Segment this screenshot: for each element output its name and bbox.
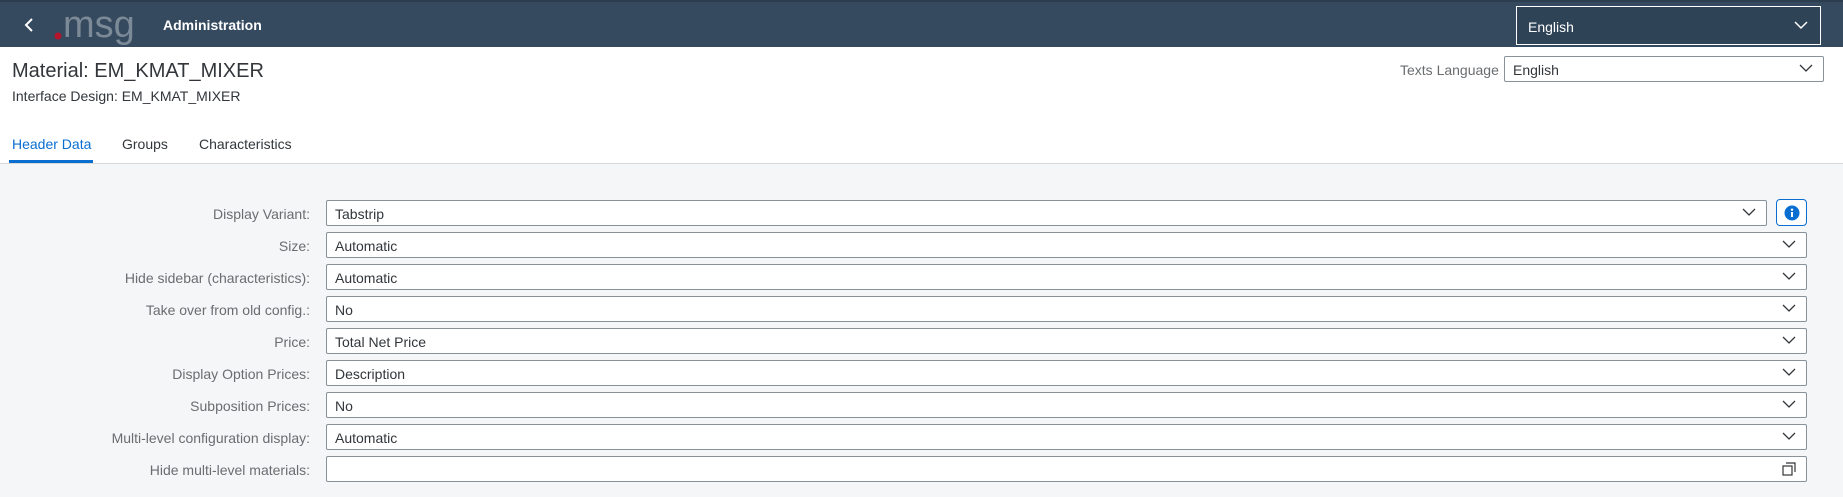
msg-logo: msg: [54, 4, 158, 46]
price-select[interactable]: Total Net Price: [326, 328, 1807, 354]
hide-multi-level-materials-input[interactable]: [326, 456, 1807, 482]
size-label: Size:: [278, 238, 310, 254]
texts-language-label: Texts Language: [1400, 62, 1499, 78]
page-subtitle: Interface Design: EM_KMAT_MIXER: [12, 88, 241, 104]
logo-text: msg: [63, 5, 135, 45]
form-row-price: Price: Total Net Price: [0, 328, 1843, 354]
tab-header-data[interactable]: Header Data: [12, 136, 91, 152]
logo-dot: [54, 32, 62, 40]
form-row-display-variant: Display Variant: Tabstrip: [0, 199, 1843, 226]
multi-level-display-value: Automatic: [335, 430, 398, 446]
subposition-prices-label: Subposition Prices:: [190, 398, 310, 414]
page-title: Material: EM_KMAT_MIXER: [12, 60, 264, 82]
form-row-subposition-prices: Subposition Prices: No: [0, 392, 1843, 418]
tab-characteristics[interactable]: Characteristics: [199, 136, 292, 152]
back-button[interactable]: [18, 12, 40, 38]
take-over-select[interactable]: No: [326, 296, 1807, 322]
texts-language-value: English: [1513, 62, 1559, 78]
form-row-take-over: Take over from old config.: No: [0, 296, 1843, 322]
form-row-size: Size: Automatic: [0, 232, 1843, 258]
chevron-down-icon: [1742, 208, 1756, 216]
chevron-down-icon: [1782, 272, 1796, 280]
hide-sidebar-select[interactable]: Automatic: [326, 264, 1807, 290]
value-help-icon[interactable]: [1782, 462, 1797, 477]
display-option-prices-select[interactable]: Description: [326, 360, 1807, 386]
info-icon: [1784, 205, 1799, 220]
chevron-down-icon: [1782, 336, 1796, 344]
subposition-prices-select[interactable]: No: [326, 392, 1807, 418]
multi-level-display-label: Multi-level configuration display:: [111, 430, 310, 446]
hide-sidebar-value: Automatic: [335, 270, 398, 286]
shell-title: Administration: [163, 17, 262, 33]
take-over-value: No: [335, 302, 353, 318]
object-header: Material: EM_KMAT_MIXER Interface Design…: [0, 47, 1843, 164]
shell-bar: msg Administration English: [0, 0, 1843, 47]
chevron-down-icon: [1782, 432, 1796, 440]
form-row-hide-multi-level-materials: Hide multi-level materials:: [0, 456, 1843, 482]
chevron-down-icon: [1782, 304, 1796, 312]
display-variant-label: Display Variant:: [212, 206, 310, 222]
texts-language-select[interactable]: English: [1504, 56, 1824, 82]
display-option-prices-label: Display Option Prices:: [172, 366, 310, 382]
shell-language-value: English: [1528, 19, 1574, 35]
display-variant-value: Tabstrip: [335, 206, 385, 222]
form-row-display-option-prices: Display Option Prices: Description: [0, 360, 1843, 386]
hide-sidebar-label: Hide sidebar (characteristics):: [124, 270, 310, 286]
form-row-multi-level-display: Multi-level configuration display: Autom…: [0, 424, 1843, 450]
chevron-down-icon: [1782, 240, 1796, 248]
take-over-label: Take over from old config.:: [145, 302, 310, 318]
price-label: Price:: [274, 334, 310, 350]
form-row-hide-sidebar: Hide sidebar (characteristics): Automati…: [0, 264, 1843, 290]
size-value: Automatic: [335, 238, 398, 254]
price-value: Total Net Price: [335, 334, 427, 350]
chevron-down-icon: [1799, 64, 1813, 72]
active-tab-indicator: [9, 160, 93, 163]
display-variant-select[interactable]: Tabstrip: [326, 200, 1767, 226]
chevron-down-icon: [1794, 21, 1808, 30]
info-button[interactable]: [1776, 199, 1807, 226]
display-option-prices-value: Description: [335, 366, 406, 382]
size-select[interactable]: Automatic: [326, 232, 1807, 258]
tab-groups[interactable]: Groups: [122, 136, 168, 152]
chevron-down-icon: [1782, 400, 1796, 408]
subposition-prices-value: No: [335, 398, 353, 414]
shell-language-select[interactable]: English: [1516, 6, 1821, 45]
multi-level-display-select[interactable]: Automatic: [326, 424, 1807, 450]
chevron-down-icon: [1782, 368, 1796, 376]
hide-multi-level-materials-label: Hide multi-level materials:: [149, 462, 310, 478]
chevron-left-icon: [24, 18, 33, 32]
